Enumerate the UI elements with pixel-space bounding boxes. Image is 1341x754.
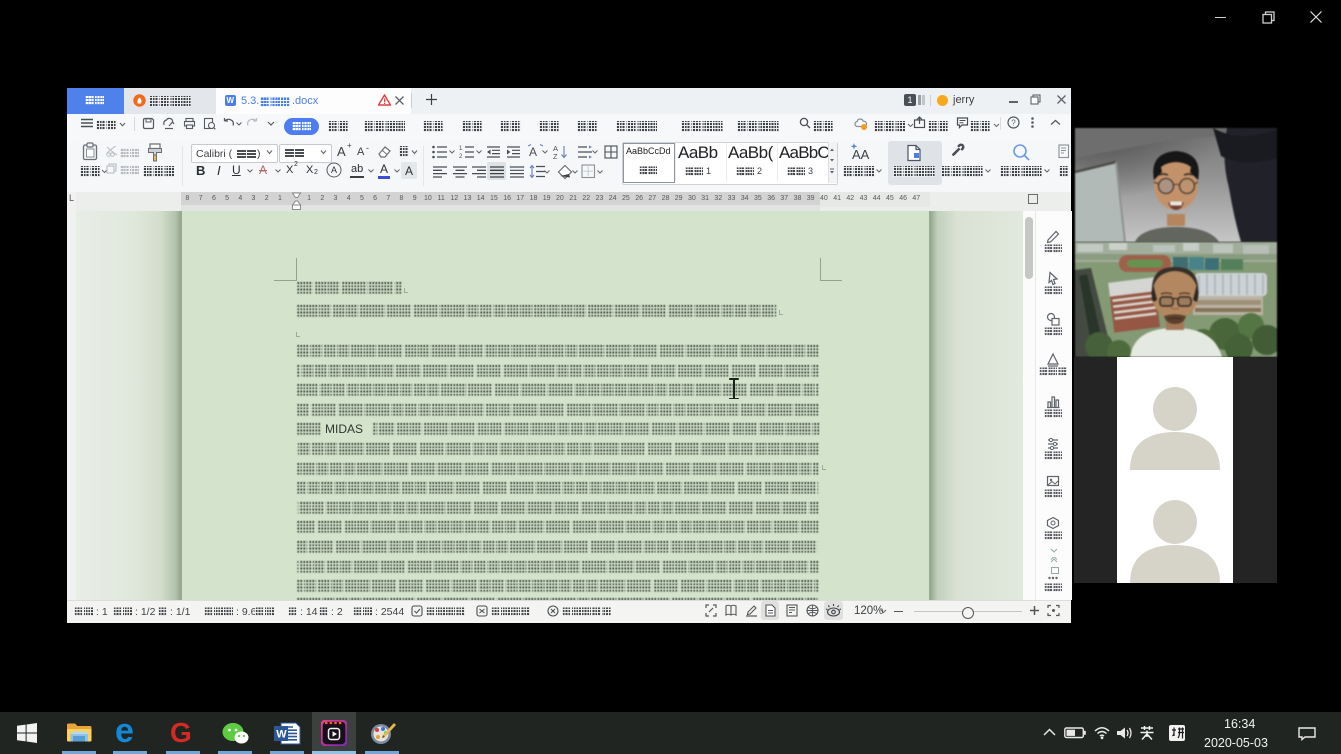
svg-text:Z: Z — [553, 152, 558, 160]
svg-text:AA: AA — [852, 147, 870, 161]
svg-text:A: A — [331, 165, 337, 175]
svg-text:A: A — [529, 145, 537, 159]
svg-text:1: 1 — [459, 146, 463, 152]
svg-text:?: ? — [1011, 119, 1016, 128]
svg-text:W: W — [276, 729, 287, 741]
svg-text:2: 2 — [459, 154, 463, 159]
